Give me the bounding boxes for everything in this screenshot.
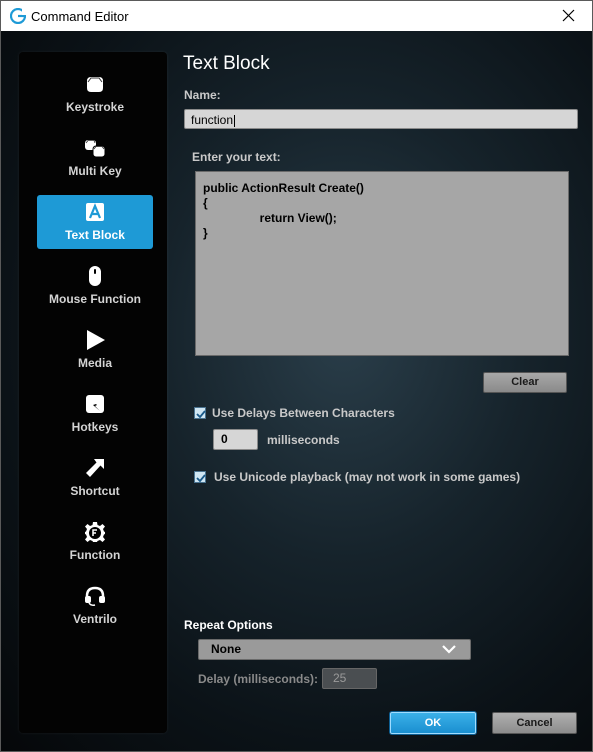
sidebar-item-label: Function (69, 548, 121, 562)
shortcut-arrow-icon (86, 459, 104, 477)
command-editor-window: Command Editor Keystroke Multi Key Text … (0, 0, 593, 752)
repeat-selected-value: None (211, 642, 241, 656)
cancel-button[interactable]: Cancel (492, 712, 577, 734)
sidebar-item-keystroke[interactable]: Keystroke (37, 67, 153, 121)
sidebar-item-label: Shortcut (70, 484, 120, 498)
milliseconds-label: milliseconds (267, 433, 340, 447)
sidebar-item-function[interactable]: Function (37, 515, 153, 569)
keystroke-icon (87, 77, 103, 92)
sidebar-item-mouse-function[interactable]: Mouse Function (37, 259, 153, 313)
sidebar-item-shortcut[interactable]: Shortcut (37, 451, 153, 505)
repeat-options-label: Repeat Options (184, 618, 273, 632)
logitech-g-icon (10, 8, 26, 24)
play-icon (87, 330, 105, 350)
sidebar-item-hotkeys[interactable]: Hotkeys (37, 387, 153, 441)
checkmark-icon (196, 474, 206, 483)
checkmark-icon (196, 410, 206, 419)
sidebar-item-text-block[interactable]: Text Block (37, 195, 153, 249)
text-line: public ActionResult Create() (203, 181, 364, 195)
mouse-icon (89, 266, 101, 286)
multi-key-icon (85, 140, 106, 158)
function-gear-icon (85, 522, 105, 542)
sidebar-item-label: Ventrilo (72, 612, 117, 626)
text-line: return View(); (203, 211, 337, 225)
command-type-sidebar: Keystroke Multi Key Text Block Mouse Fun… (19, 52, 167, 733)
use-unicode-label: Use Unicode playback (may not work in so… (214, 470, 521, 484)
ok-button[interactable]: OK (390, 712, 476, 734)
use-delays-label: Use Delays Between Characters (212, 406, 395, 420)
close-button[interactable] (546, 1, 592, 31)
text-input-area[interactable]: public ActionResult Create() { return Vi… (195, 171, 569, 356)
sidebar-item-label: Mouse Function (49, 292, 141, 306)
hotkeys-icon (86, 395, 104, 413)
text-line: { (203, 196, 208, 210)
text-line: } (203, 226, 208, 240)
use-unicode-checkbox[interactable] (194, 471, 206, 483)
title-bar: Command Editor (1, 1, 592, 31)
sidebar-item-label: Multi Key (68, 164, 122, 178)
name-field[interactable]: function (184, 109, 578, 129)
sidebar-item-label: Hotkeys (71, 420, 119, 434)
clear-button[interactable]: Clear (483, 372, 567, 393)
sidebar-item-label: Text Block (65, 228, 125, 242)
page-title: Text Block (183, 53, 270, 74)
repeat-delay-label: Delay (milliseconds): (198, 672, 319, 686)
repeat-options-dropdown[interactable]: None (198, 639, 471, 660)
char-delay-field[interactable]: 0 (213, 429, 258, 450)
headset-icon (85, 586, 105, 606)
sidebar-item-label: Media (77, 356, 112, 370)
sidebar-item-multi-key[interactable]: Multi Key (37, 131, 153, 185)
editor-content: Keystroke Multi Key Text Block Mouse Fun… (1, 31, 592, 751)
window-title: Command Editor (31, 9, 129, 24)
use-delays-checkbox[interactable] (194, 407, 206, 419)
text-label: Enter your text: (192, 150, 281, 164)
repeat-delay-field[interactable]: 25 (322, 668, 377, 689)
sidebar-item-label: Keystroke (65, 100, 125, 114)
text-block-icon (86, 203, 104, 221)
chevron-down-icon (442, 645, 456, 654)
sidebar-item-media[interactable]: Media (37, 323, 153, 377)
name-label: Name: (184, 88, 221, 102)
close-icon (562, 9, 575, 22)
sidebar-item-ventrilo[interactable]: Ventrilo (37, 579, 153, 633)
